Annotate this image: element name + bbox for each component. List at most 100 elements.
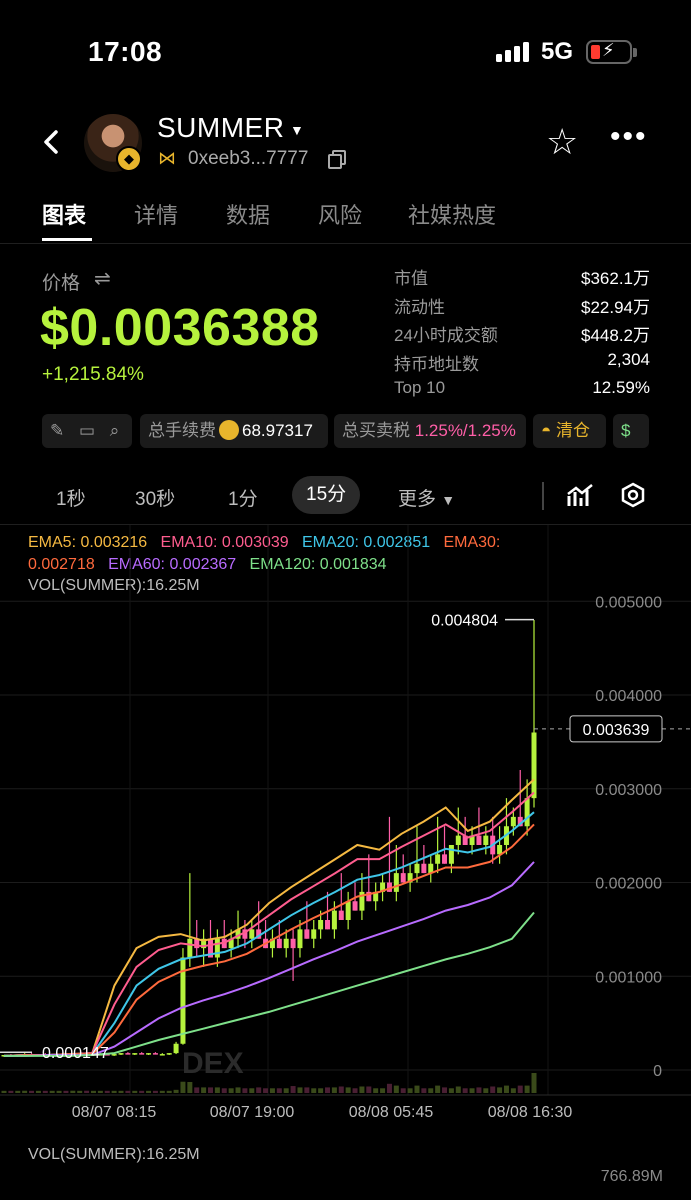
volume-bar: [111, 1090, 117, 1093]
candle-body: [249, 929, 255, 939]
volume-bar: [228, 1088, 234, 1093]
tf-1m[interactable]: 1分: [228, 484, 258, 511]
volume-bar: [180, 1081, 186, 1093]
candle-body: [283, 938, 289, 949]
candle-body: [352, 901, 358, 911]
tab-bar: 图表 详情 数据 风险 社媒热度: [0, 196, 691, 244]
stat-label: Top 10: [394, 378, 446, 397]
network-type: 5G: [541, 38, 574, 65]
current-price-tag: 0.003639: [583, 722, 650, 739]
price-chart[interactable]: 0.005000 0.004000 0.003000 0.002000 0.001000…: [0, 525, 691, 1135]
money-bag-chip[interactable]: $: [613, 414, 649, 448]
settings-icon[interactable]: [620, 482, 646, 515]
volume-bar: [497, 1087, 503, 1093]
candle-body: [290, 938, 296, 949]
indicator-icon[interactable]: [566, 482, 594, 515]
volume-bar: [483, 1088, 489, 1093]
volume-bar: [118, 1090, 124, 1093]
bnb-chain-badge-icon: ◆: [116, 146, 142, 172]
tab-data[interactable]: 数据: [226, 198, 270, 230]
candle-body: [118, 1053, 124, 1055]
volume-bar: [490, 1086, 496, 1093]
tab-risk[interactable]: 风险: [318, 198, 362, 230]
vol-max-label: 766.89M: [600, 1168, 663, 1185]
chain-icon: ⋈: [158, 148, 176, 168]
candle-body: [400, 873, 406, 883]
tf-more[interactable]: 更多 ▼: [398, 484, 455, 511]
fee-label: 总手续费: [148, 421, 216, 440]
contract-address[interactable]: 0xeeb3...7777: [188, 148, 308, 170]
tf-1s[interactable]: 1秒: [56, 484, 86, 511]
tab-chart[interactable]: 图表: [42, 198, 86, 230]
back-icon[interactable]: [38, 122, 68, 162]
caret-down-icon: ▼: [441, 492, 456, 508]
tf-30s[interactable]: 30秒: [135, 484, 175, 511]
candle-body: [146, 1053, 152, 1055]
y-tick-label: 0: [653, 1063, 662, 1080]
caret-down-icon[interactable]: ▼: [290, 122, 304, 138]
watermark-text: DEX: [182, 1047, 244, 1080]
price-value: $0.0036388: [40, 299, 320, 357]
copy-icon[interactable]: [328, 150, 348, 170]
fee-chip[interactable]: 总手续费 68.97317: [140, 414, 328, 448]
info-chips: ✎ ▭ ⌕ 总手续费 68.97317 总买卖税 1.25%/1.25% ◓ 清仓…: [42, 414, 652, 448]
x-tick-label: 08/07 08:15: [72, 1104, 157, 1121]
clear-position-chip[interactable]: ◓ 清仓: [533, 414, 606, 448]
volume-bar: [1, 1090, 7, 1093]
volume-bar: [407, 1088, 413, 1093]
candle-body: [152, 1053, 158, 1055]
search-icon[interactable]: ⌕: [110, 421, 120, 440]
volume-bar: [386, 1083, 392, 1093]
volume-bar: [146, 1090, 152, 1093]
stat-label: 市值: [394, 269, 428, 288]
clear-label: 清仓: [556, 421, 591, 440]
volume-bar: [35, 1090, 41, 1093]
volume-bar: [269, 1088, 275, 1093]
stat-row: Top 10 12.59%: [394, 378, 650, 407]
y-tick-label: 0.005000: [595, 594, 662, 611]
low-marker-label: 0.000147: [42, 1045, 109, 1062]
volume-bar: [194, 1087, 200, 1093]
tools-chip[interactable]: ✎ ▭ ⌕: [42, 414, 132, 448]
volume-bar: [325, 1087, 331, 1093]
candle-body: [524, 798, 530, 827]
star-icon[interactable]: ☆: [546, 122, 578, 162]
tax-value: 1.25%/1.25%: [414, 421, 516, 440]
tab-social[interactable]: 社媒热度: [408, 198, 496, 230]
candle-body: [304, 929, 310, 939]
candle-body: [483, 835, 489, 845]
volume-bar: [462, 1088, 468, 1093]
candle-body: [448, 845, 454, 864]
stat-row: 持币地址数 2,304: [394, 350, 650, 379]
vol-label: VOL(SUMMER):16.25M: [28, 1146, 200, 1163]
browser-icon[interactable]: ▭: [79, 421, 95, 440]
stat-value: 2,304: [607, 349, 650, 369]
volume-bar: [503, 1085, 509, 1093]
token-header: ◆ SUMMER ▼ ⋈ 0xeeb3...7777 ☆ •••: [0, 108, 691, 188]
volume-bar: [29, 1090, 35, 1093]
fee-value: 68.97317: [242, 421, 313, 440]
tax-chip[interactable]: 总买卖税 1.25%/1.25%: [334, 414, 526, 448]
token-name[interactable]: SUMMER: [157, 112, 284, 144]
tf-15m[interactable]: 15分: [292, 476, 361, 514]
volume-bar: [22, 1090, 28, 1093]
more-icon[interactable]: •••: [610, 122, 648, 152]
tab-underline: [42, 238, 92, 241]
ema-line-ema60: [4, 861, 535, 1057]
stat-label: 持币地址数: [394, 354, 479, 374]
volume-bar: [132, 1090, 138, 1093]
tab-details[interactable]: 详情: [134, 198, 178, 230]
volume-bar: [517, 1085, 523, 1093]
stat-value: 12.59%: [592, 378, 650, 397]
candle-body: [214, 938, 220, 958]
pen-icon[interactable]: ✎: [50, 421, 64, 440]
candle-body: [476, 835, 482, 845]
candle-body: [338, 910, 344, 920]
volume-bar: [221, 1088, 227, 1093]
ema-line-ema10: [3, 791, 535, 1057]
volume-bar: [476, 1087, 482, 1093]
volume-bar: [442, 1087, 448, 1093]
tax-label: 总买卖税: [342, 421, 410, 440]
swap-icon[interactable]: ⇌: [94, 266, 111, 291]
timeframe-bar: 1秒 30秒 1分 15分 更多 ▼: [0, 476, 691, 522]
